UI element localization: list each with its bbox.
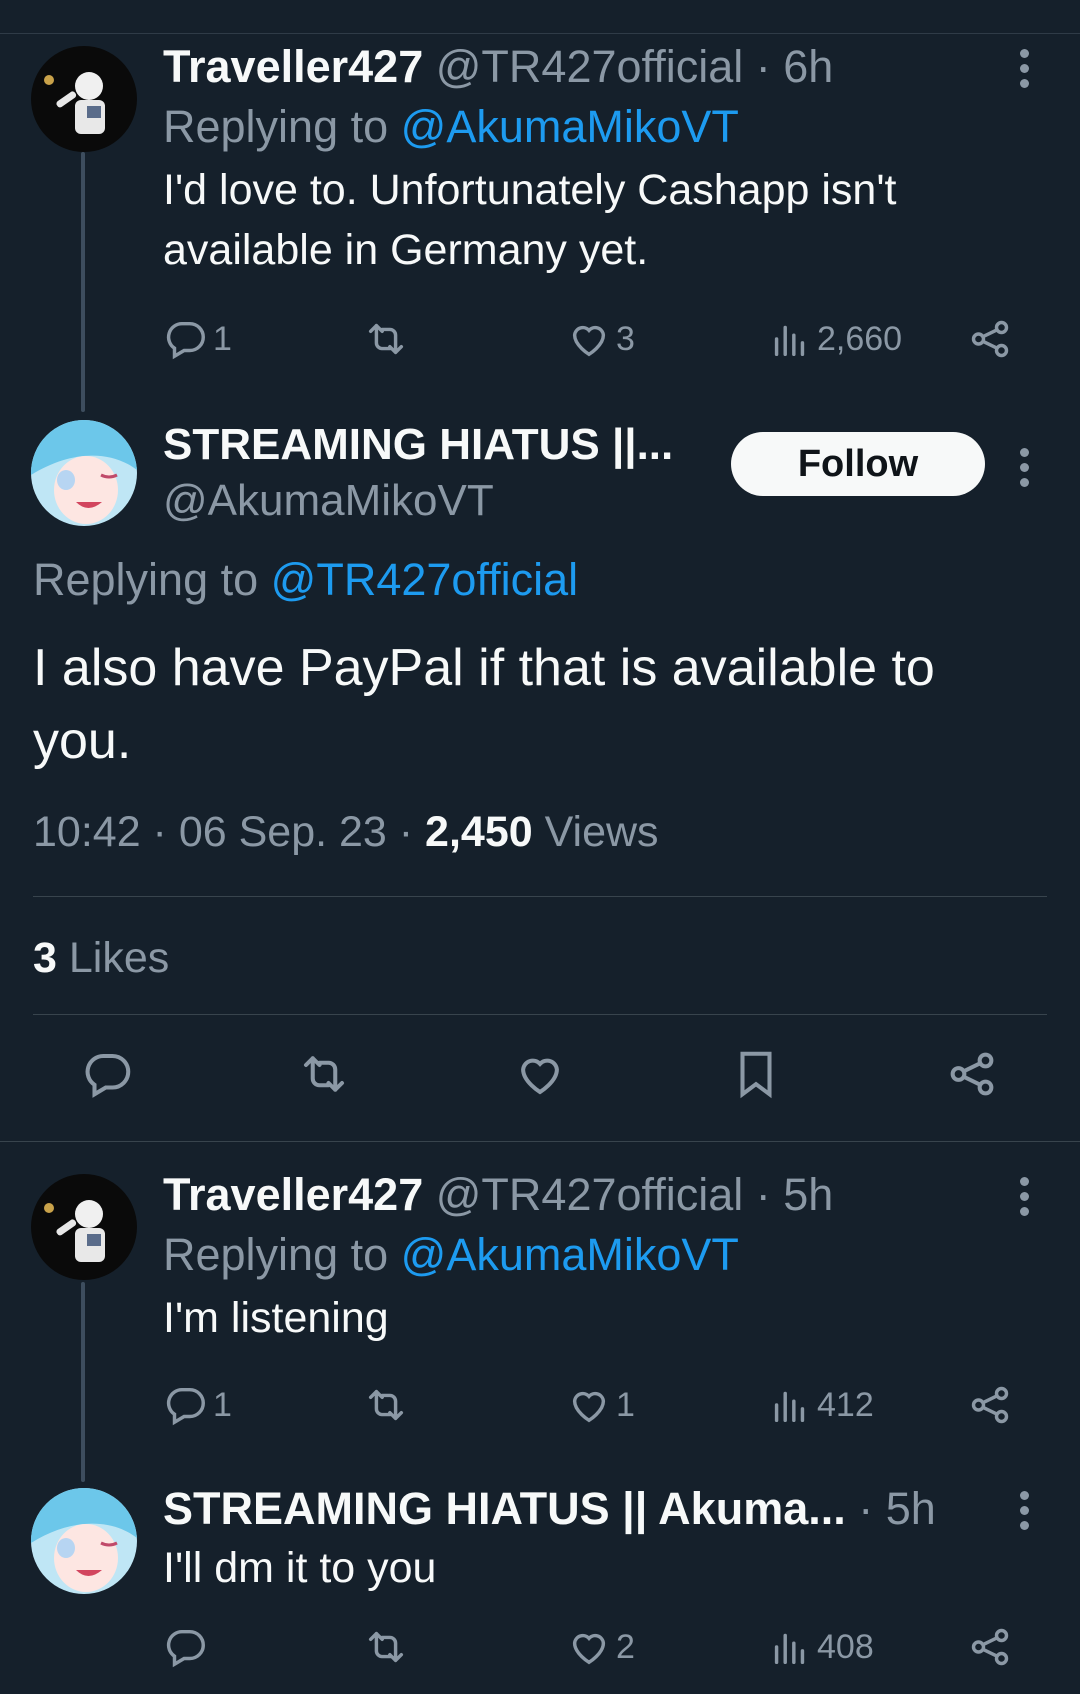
avatar-akumamikovt[interactable] [31, 420, 137, 526]
share-icon [967, 316, 1013, 362]
divider [33, 1014, 1047, 1015]
handle-time: · 5h [858, 1483, 936, 1534]
view-count: 408 [817, 1627, 874, 1666]
like-button[interactable]: 1 [566, 1375, 635, 1435]
views-button[interactable]: 412 [767, 1375, 874, 1435]
like-count: 3 [616, 319, 635, 358]
timestamp-line: 10:42 · 06 Sep. 23 · 2,450 Views [33, 808, 659, 857]
likes-count: 3 [33, 934, 57, 982]
likes-label: Likes [68, 934, 170, 982]
top-divider [0, 33, 1080, 34]
bookmark-icon [729, 1047, 783, 1101]
retweet-button[interactable] [363, 1617, 409, 1677]
share-button[interactable] [967, 1375, 1013, 1435]
divider [33, 896, 1047, 897]
like-button[interactable]: 3 [566, 309, 635, 369]
retweet-button[interactable] [363, 309, 409, 369]
more-icon[interactable] [1020, 1491, 1030, 1536]
handle-time: @TR427official · 5h [435, 1169, 834, 1220]
handle-time: @TR427official · 6h [435, 41, 834, 92]
views-button[interactable]: 2,660 [767, 309, 902, 369]
mention-link[interactable]: @AkumaMikoVT [401, 1229, 739, 1280]
replying-to: Replying to @TR427official [33, 554, 578, 606]
thread-line [81, 1282, 85, 1482]
retweet-button[interactable] [294, 1044, 354, 1104]
like-icon [566, 1624, 612, 1670]
avatar-akumamikovt[interactable] [31, 1488, 137, 1594]
reply-button[interactable]: 1 [163, 1375, 232, 1435]
mention-link[interactable]: @TR427official [271, 554, 579, 605]
display-name[interactable]: Traveller427 [163, 41, 423, 92]
like-icon [566, 1382, 612, 1428]
mention-link[interactable]: @AkumaMikoVT [401, 101, 739, 152]
display-name[interactable]: Traveller427 [163, 1169, 423, 1220]
tweet-header: Traveller427 @TR427official · 6h [163, 40, 1020, 94]
tweet-text: I'm listening [163, 1294, 389, 1342]
retweet-icon [297, 1047, 351, 1101]
views-icon [767, 1382, 813, 1428]
share-button[interactable] [967, 1617, 1013, 1677]
reply-icon [163, 1624, 209, 1670]
tweet-text: I'd love to. Unfortunately Cashapp isn't… [163, 166, 897, 274]
likes-summary[interactable]: 3 Likes [33, 934, 169, 983]
tweet-header: STREAMING HIATUS || Akuma... · 5h [163, 1482, 1020, 1536]
view-count: 2,660 [817, 319, 903, 358]
retweet-button[interactable] [363, 1375, 409, 1435]
thread-line [81, 152, 85, 412]
tweet-header: Traveller427 @TR427official · 5h [163, 1168, 1020, 1222]
like-count: 2 [616, 1627, 635, 1666]
replying-to: Replying to @AkumaMikoVT [163, 100, 1020, 154]
retweet-icon [363, 316, 409, 362]
avatar-traveller427[interactable] [31, 46, 137, 152]
reply-button[interactable] [163, 1617, 209, 1677]
reply-count: 1 [213, 1385, 232, 1424]
views-icon [767, 1624, 813, 1670]
display-name[interactable]: STREAMING HIATUS ||... [163, 420, 673, 469]
reply-icon [163, 1382, 209, 1428]
like-button[interactable] [510, 1044, 570, 1104]
reply-prefix: Replying to [163, 1229, 389, 1280]
share-button[interactable] [942, 1044, 1002, 1104]
replying-to: Replying to @AkumaMikoVT [163, 1228, 1020, 1282]
reply-icon [81, 1047, 135, 1101]
reply-count: 1 [213, 319, 232, 358]
reply-button[interactable] [78, 1044, 138, 1104]
view-count: 412 [817, 1385, 874, 1424]
views-label: Views [544, 808, 659, 856]
share-icon [967, 1624, 1013, 1670]
retweet-icon [363, 1624, 409, 1670]
bookmark-button[interactable] [726, 1044, 786, 1104]
like-icon [566, 316, 612, 362]
like-button[interactable]: 2 [566, 1617, 635, 1677]
display-name[interactable]: STREAMING HIATUS || Akuma... [163, 1483, 846, 1534]
views-icon [767, 316, 813, 362]
tweet-text: I'll dm it to you [163, 1544, 437, 1592]
follow-button[interactable]: Follow [731, 432, 985, 496]
more-icon[interactable] [1020, 448, 1030, 493]
views-count: 2,450 [425, 808, 533, 856]
tweet-actions: 1 3 2,660 [163, 309, 1023, 369]
section-divider [0, 1141, 1080, 1142]
timestamp[interactable]: 10:42 · 06 Sep. 23 · [33, 808, 413, 856]
views-button[interactable]: 408 [767, 1617, 874, 1677]
share-icon [967, 1382, 1013, 1428]
reply-prefix: Replying to [33, 554, 259, 605]
like-icon [513, 1047, 567, 1101]
reply-button[interactable]: 1 [163, 309, 232, 369]
reply-icon [163, 316, 209, 362]
more-icon[interactable] [1020, 1177, 1030, 1222]
like-count: 1 [616, 1385, 635, 1424]
share-button[interactable] [967, 309, 1013, 369]
share-icon [945, 1047, 999, 1101]
avatar-traveller427[interactable] [31, 1174, 137, 1280]
reply-prefix: Replying to [163, 101, 389, 152]
main-tweet-text: I also have PayPal if that is available … [33, 639, 935, 770]
retweet-icon [363, 1382, 409, 1428]
tweet-actions: 2 408 [163, 1617, 1023, 1677]
tweet-actions: 1 1 412 [163, 1375, 1023, 1435]
more-icon[interactable] [1020, 49, 1030, 94]
